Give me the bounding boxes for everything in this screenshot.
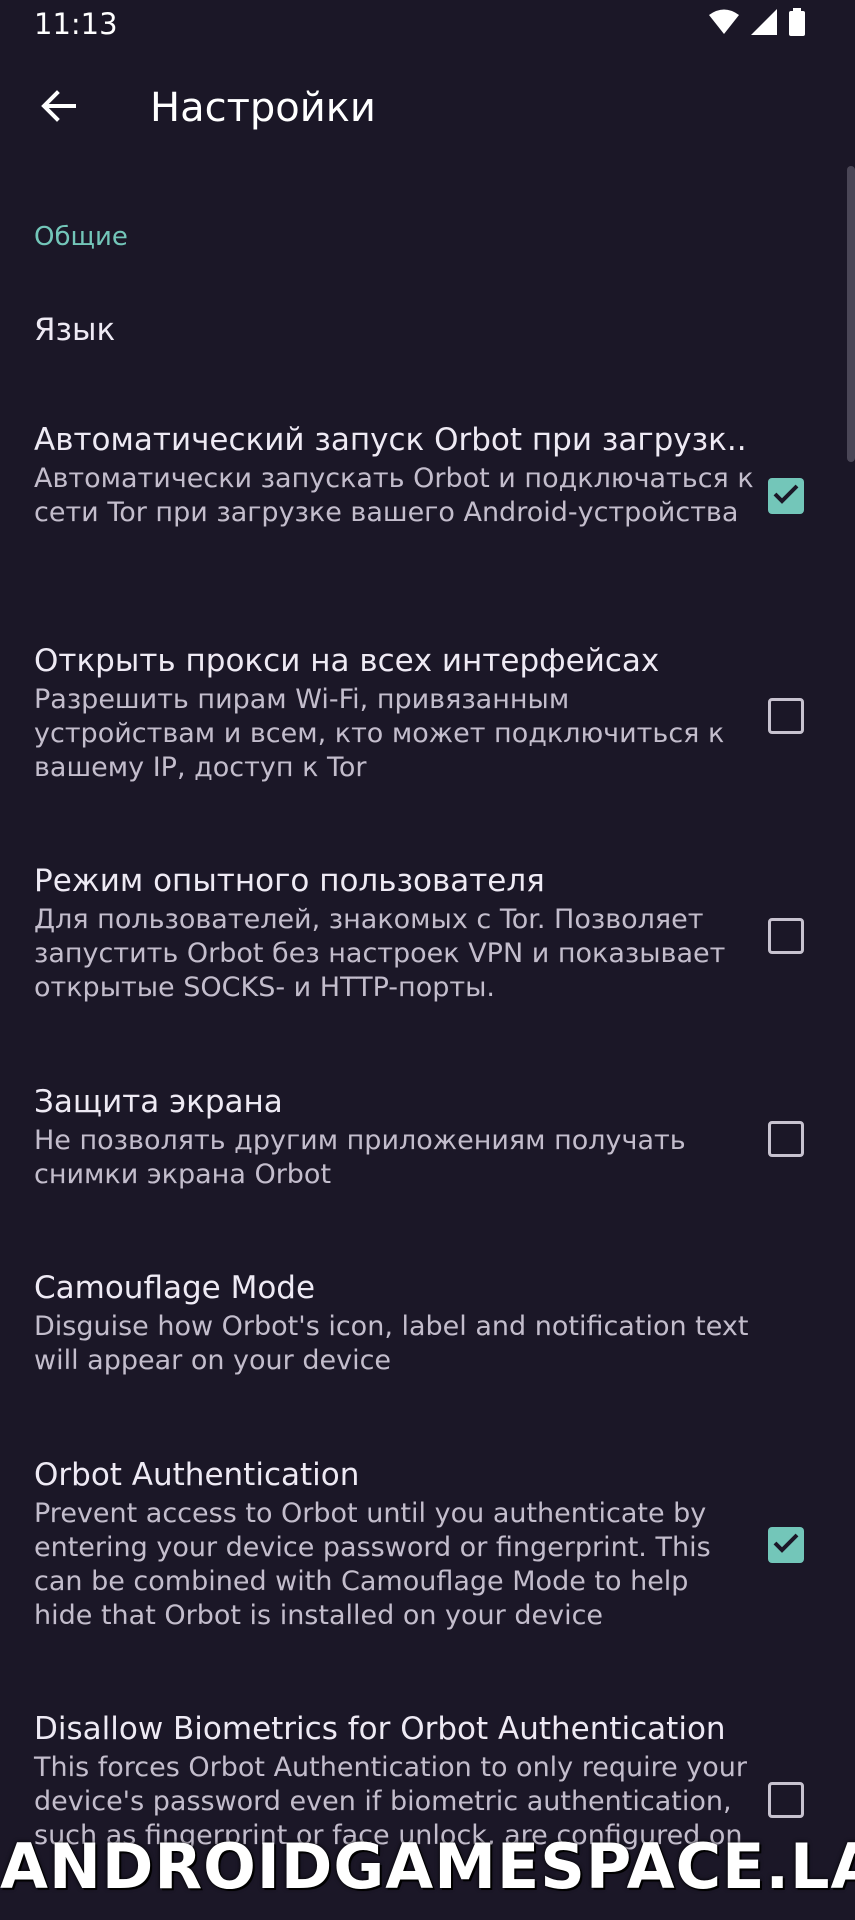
back-button[interactable] (26, 76, 90, 140)
pref-title: Защита экрана (34, 1084, 283, 1120)
battery-icon (789, 8, 805, 40)
pref-summary: Prevent access to Orbot until you authen… (34, 1498, 711, 1631)
status-bar: 11:13 (0, 0, 855, 50)
pref-summary: Для пользователей, знакомых с Tor. Позво… (34, 904, 726, 1003)
open-proxy-checkbox[interactable] (768, 698, 804, 734)
scrollbar[interactable] (847, 166, 855, 462)
pref-title: Orbot Authentication (34, 1457, 360, 1493)
pref-title: Автоматический запуск Orbot при загрузк.… (34, 422, 747, 458)
pref-title: Camouflage Mode (34, 1270, 316, 1306)
page-title: Настройки (150, 85, 376, 131)
app-bar: Настройки (0, 50, 855, 168)
wifi-icon (709, 9, 739, 39)
pref-title: Disallow Biometrics for Orbot Authentica… (34, 1711, 726, 1747)
status-time: 11:13 (34, 7, 118, 41)
autostart-checkbox[interactable] (768, 478, 804, 514)
pref-title: Открыть прокси на всех интерфейсах (34, 643, 660, 679)
arrow-back-icon (40, 90, 76, 126)
check-icon (772, 482, 800, 510)
pref-camouflage-mode-text: Camouflage Mode Disguise how Orbot's ico… (34, 1268, 754, 1378)
power-user-checkbox[interactable] (768, 918, 804, 954)
pref-title: Режим опытного пользователя (34, 863, 545, 899)
pref-summary: Автоматически запускать Orbot и подключа… (34, 463, 754, 528)
pref-language[interactable]: Язык (34, 310, 754, 350)
orbot-authentication-checkbox[interactable] (768, 1527, 804, 1563)
pref-summary: Не позволять другим приложениям получать… (34, 1125, 686, 1190)
settings-screen: 11:13 Настройки Общие Язык Автоматически… (0, 0, 855, 1920)
pref-autostart-text: Автоматический запуск Orbot при загрузк.… (34, 420, 754, 530)
pref-power-user[interactable]: Режим опытного пользователя Для пользова… (0, 861, 855, 1021)
pref-power-user-text: Режим опытного пользователя Для пользова… (34, 861, 754, 1005)
pref-summary: Disguise how Orbot's icon, label and not… (34, 1311, 749, 1376)
pref-orbot-authentication[interactable]: Orbot Authentication Prevent access to O… (0, 1455, 855, 1650)
watermark-text: ANDROIDGAMESPACE.LAT (0, 1830, 855, 1903)
pref-orbot-authentication-text: Orbot Authentication Prevent access to O… (34, 1455, 754, 1633)
pref-autostart[interactable]: Автоматический запуск Orbot при загрузк.… (0, 420, 855, 580)
signal-icon (751, 9, 777, 39)
status-icons (709, 8, 805, 40)
pref-summary: Разрешить пирам Wi-Fi, привязанным устро… (34, 684, 725, 783)
screen-security-checkbox[interactable] (768, 1121, 804, 1157)
section-header-general: Общие (34, 222, 128, 252)
pref-open-proxy[interactable]: Открыть прокси на всех интерфейсах Разре… (0, 641, 855, 801)
pref-camouflage-mode[interactable]: Camouflage Mode Disguise how Orbot's ico… (0, 1268, 855, 1388)
pref-open-proxy-text: Открыть прокси на всех интерфейсах Разре… (34, 641, 754, 785)
pref-screen-security[interactable]: Защита экрана Не позволять другим прилож… (0, 1082, 855, 1202)
disallow-biometrics-checkbox[interactable] (768, 1782, 804, 1818)
pref-screen-security-text: Защита экрана Не позволять другим прилож… (34, 1082, 754, 1192)
check-icon (772, 1531, 800, 1559)
